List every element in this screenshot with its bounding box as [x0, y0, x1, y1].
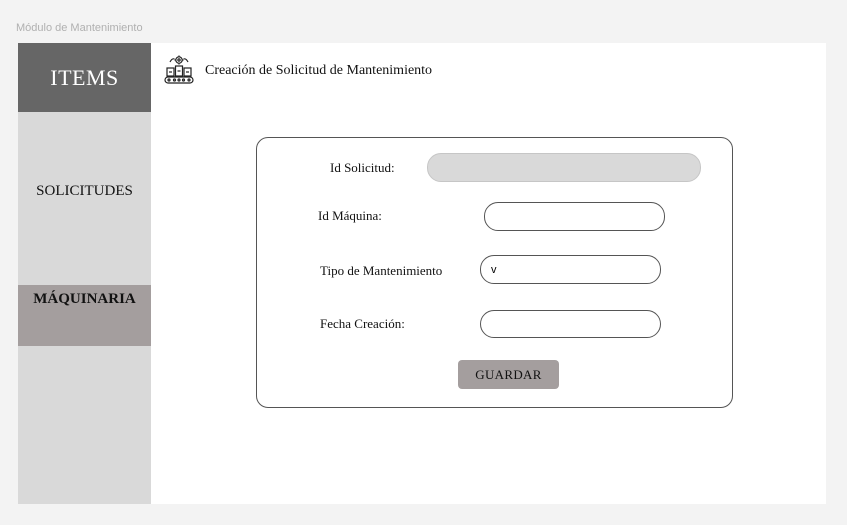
sidebar-item-maquinaria[interactable]: MÁQUINARIA	[18, 285, 151, 346]
fecha-creacion-field[interactable]	[480, 310, 661, 338]
id-maquina-field[interactable]	[484, 202, 665, 231]
sidebar-header: ITEMS	[18, 43, 151, 112]
save-button[interactable]: GUARDAR	[458, 360, 559, 389]
tipo-mantenimiento-label: Tipo de Mantenimiento	[320, 263, 443, 278]
id-maquina-label: Id Máquina:	[318, 208, 382, 223]
id-solicitud-label: Id Solicitud:	[330, 160, 395, 175]
sidebar-item-solicitudes[interactable]: SOLICITUDES	[18, 175, 151, 207]
tipo-mantenimiento-select[interactable]: v	[480, 255, 661, 284]
tipo-mantenimiento-value: v	[491, 263, 497, 276]
conveyor-gear-icon	[164, 55, 194, 84]
frame-label: Módulo de Mantenimiento	[16, 22, 143, 34]
maintenance-request-form: Id Solicitud: Id Máquina: Tipo de Manten…	[256, 137, 733, 408]
page-title: Creación de Solicitud de Mantenimiento	[205, 63, 433, 78]
sidebar: ITEMS SOLICITUDES MÁQUINARIA	[18, 43, 151, 504]
fecha-creacion-label: Fecha Creación:	[320, 316, 405, 331]
id-solicitud-field[interactable]	[427, 153, 701, 182]
app-frame: ITEMS SOLICITUDES MÁQUINARIA Creación de…	[18, 43, 826, 504]
